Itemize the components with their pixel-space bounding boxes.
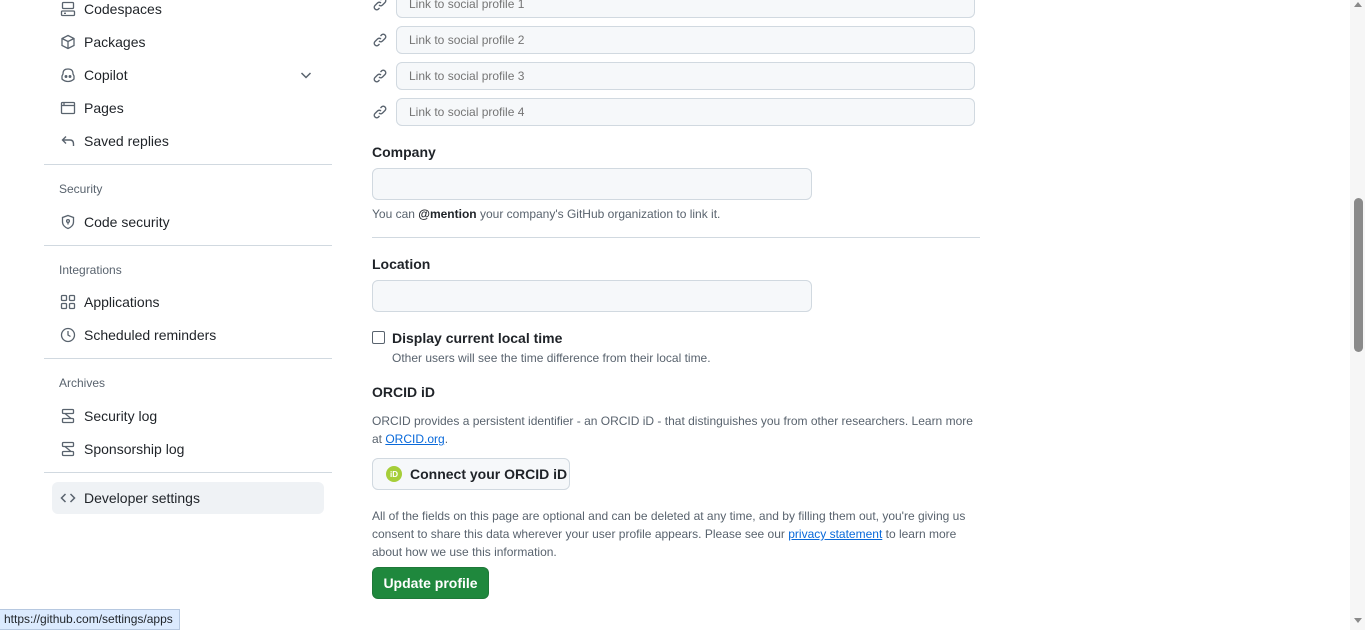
sidebar-item-developer-settings[interactable]: Developer settings — [52, 482, 324, 514]
sidebar-item-label: Sponsorship log — [84, 441, 185, 457]
company-note-pre: You can — [372, 207, 419, 221]
location-label: Location — [372, 256, 431, 272]
chevron-down-icon[interactable] — [298, 67, 314, 83]
sidebar-item-copilot[interactable]: Copilot — [52, 59, 324, 91]
sidebar-divider — [44, 245, 332, 246]
privacy-statement-link[interactable]: privacy statement — [788, 527, 882, 541]
social-profile-3-input[interactable] — [396, 62, 975, 90]
sidebar-item-label: Pages — [84, 100, 124, 116]
sidebar-item-applications[interactable]: Applications — [52, 286, 324, 318]
apps-icon — [60, 294, 76, 310]
log-icon — [60, 441, 76, 457]
sidebar-item-codespaces[interactable]: Codespaces — [52, 0, 324, 25]
code-icon — [60, 490, 76, 506]
sidebar-item-pages[interactable]: Pages — [52, 92, 324, 124]
sidebar-item-packages[interactable]: Packages — [52, 26, 324, 58]
local-time-checkbox[interactable] — [372, 331, 385, 344]
company-note: You can @mention your company's GitHub o… — [372, 207, 720, 221]
sidebar-item-label: Scheduled reminders — [84, 327, 217, 343]
vertical-scrollbar[interactable] — [1350, 0, 1365, 630]
social-link-row — [372, 0, 975, 18]
log-icon — [60, 408, 76, 424]
update-profile-button[interactable]: Update profile — [372, 567, 489, 599]
sidebar-divider — [44, 472, 332, 473]
orcid-heading: ORCID iD — [372, 384, 435, 400]
sidebar-item-sponsorship-log[interactable]: Sponsorship log — [52, 433, 324, 465]
location-input[interactable] — [372, 280, 812, 312]
company-label: Company — [372, 144, 436, 160]
connect-orcid-label: Connect your ORCID iD — [410, 466, 568, 482]
sidebar-item-label: Security log — [84, 408, 158, 424]
scroll-down-arrow-icon[interactable] — [1354, 618, 1362, 623]
social-link-row — [372, 62, 975, 90]
clock-icon — [60, 327, 76, 343]
local-time-label[interactable]: Display current local time — [392, 330, 562, 346]
copilot-icon — [60, 67, 76, 83]
package-icon — [60, 34, 76, 50]
link-icon — [372, 104, 388, 120]
link-icon — [372, 32, 388, 48]
reply-icon — [60, 133, 76, 149]
social-profile-4-input[interactable] — [396, 98, 975, 126]
section-heading-archives: Archives — [59, 376, 106, 390]
social-link-row — [372, 98, 975, 126]
sidebar-item-code-security[interactable]: Code security — [52, 206, 324, 238]
company-note-post: your company's GitHub organization to li… — [476, 207, 721, 221]
browser-icon — [60, 100, 76, 116]
section-divider — [372, 237, 980, 238]
company-input[interactable] — [372, 168, 812, 200]
consent-text: All of the fields on this page are optio… — [372, 507, 984, 561]
social-link-row — [372, 26, 975, 54]
link-icon — [372, 0, 388, 12]
sidebar-item-label: Saved replies — [84, 133, 169, 149]
sidebar-item-scheduled-reminders[interactable]: Scheduled reminders — [52, 319, 324, 351]
sidebar-divider — [44, 164, 332, 165]
orcid-link[interactable]: ORCID.org — [385, 432, 444, 446]
section-heading-security: Security — [59, 182, 103, 196]
sidebar-item-saved-replies[interactable]: Saved replies — [52, 125, 324, 157]
sidebar-item-security-log[interactable]: Security log — [52, 400, 324, 432]
sidebar-item-label: Applications — [84, 294, 160, 310]
sidebar-item-label: Copilot — [84, 67, 128, 83]
section-heading-integrations: Integrations — [59, 263, 122, 277]
scroll-up-arrow-icon[interactable] — [1354, 2, 1362, 7]
local-time-note: Other users will see the time difference… — [392, 351, 711, 365]
link-icon — [372, 68, 388, 84]
social-profile-2-input[interactable] — [396, 26, 975, 54]
sidebar-item-label: Packages — [84, 34, 146, 50]
orcid-desc-end: . — [444, 432, 449, 446]
orcid-desc-text: ORCID provides a persistent identifier -… — [372, 414, 973, 446]
codespaces-icon — [60, 1, 76, 17]
sidebar-item-label: Code security — [84, 214, 170, 230]
scrollbar-thumb[interactable] — [1354, 198, 1363, 352]
orcid-logo-icon: iD — [386, 466, 402, 482]
orcid-description: ORCID provides a persistent identifier -… — [372, 412, 984, 448]
sidebar-item-label: Developer settings — [84, 490, 200, 506]
sidebar-divider — [44, 358, 332, 359]
social-profile-1-input[interactable] — [396, 0, 975, 18]
status-bar-url: https://github.com/settings/apps — [0, 609, 180, 630]
shield-icon — [60, 214, 76, 230]
sidebar-item-label: Codespaces — [84, 1, 162, 17]
connect-orcid-button[interactable]: iD Connect your ORCID iD — [372, 458, 570, 490]
company-note-mention: @mention — [418, 207, 477, 221]
